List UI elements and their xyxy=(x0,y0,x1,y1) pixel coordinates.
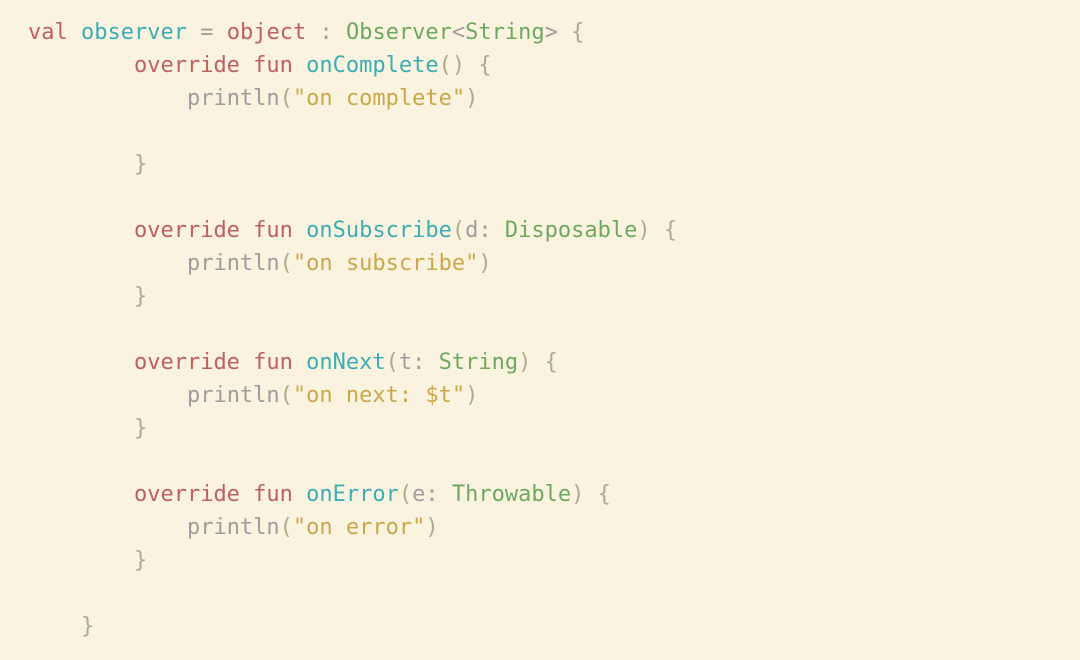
paren-open: ( xyxy=(439,53,452,78)
keyword-fun: fun xyxy=(240,350,306,375)
keyword-override: override xyxy=(134,350,240,375)
type-throwable: Throwable xyxy=(452,482,571,507)
paren-close: ) xyxy=(425,515,438,540)
operator-colon: : xyxy=(306,20,346,45)
operator-lt: < xyxy=(452,20,465,45)
paren-close: ) xyxy=(518,350,531,375)
brace-close: } xyxy=(81,614,94,639)
call-println: println xyxy=(187,251,280,276)
string-error: "on error" xyxy=(293,515,425,540)
keyword-val: val xyxy=(28,20,68,45)
brace-open: { xyxy=(584,482,611,507)
brace-open: { xyxy=(651,218,678,243)
paren-open: ( xyxy=(280,86,293,111)
operator-colon: : xyxy=(425,482,452,507)
keyword-fun: fun xyxy=(240,53,306,78)
keyword-override: override xyxy=(134,218,240,243)
operator-equals: = xyxy=(187,20,227,45)
operator-colon: : xyxy=(412,350,439,375)
keyword-fun: fun xyxy=(240,482,306,507)
paren-close: ) xyxy=(571,482,584,507)
paren-open: ( xyxy=(280,383,293,408)
fn-onsubscribe: onSubscribe xyxy=(306,218,452,243)
paren-close: ) xyxy=(637,218,650,243)
string-subscribe: "on subscribe" xyxy=(293,251,478,276)
type-string: String xyxy=(465,20,544,45)
keyword-override: override xyxy=(134,53,240,78)
operator-colon: : xyxy=(478,218,505,243)
paren-open: ( xyxy=(452,218,465,243)
fn-onerror: onError xyxy=(306,482,399,507)
fn-oncomplete: onComplete xyxy=(306,53,438,78)
keyword-fun: fun xyxy=(240,218,306,243)
brace-close: } xyxy=(134,284,147,309)
paren-open: ( xyxy=(280,515,293,540)
operator-gt: > xyxy=(545,20,558,45)
string-next: "on next: $t" xyxy=(293,383,465,408)
paren-close: ) xyxy=(465,86,478,111)
paren-open: ( xyxy=(386,350,399,375)
call-println: println xyxy=(187,383,280,408)
brace-open: { xyxy=(531,350,558,375)
string-complete: "on complete" xyxy=(293,86,465,111)
brace-open: { xyxy=(465,53,492,78)
paren-open: ( xyxy=(280,251,293,276)
param-t: t xyxy=(399,350,412,375)
fn-onnext: onNext xyxy=(306,350,385,375)
type-observer: Observer xyxy=(346,20,452,45)
paren-open: ( xyxy=(399,482,412,507)
type-string: String xyxy=(439,350,518,375)
brace-close: } xyxy=(134,152,147,177)
keyword-object: object xyxy=(227,20,306,45)
call-println: println xyxy=(187,515,280,540)
brace-close: } xyxy=(134,416,147,441)
paren-close: ) xyxy=(452,53,465,78)
param-d: d xyxy=(465,218,478,243)
brace-close: } xyxy=(134,548,147,573)
paren-close: ) xyxy=(478,251,491,276)
code-block: val observer = object : Observer<String>… xyxy=(0,0,1080,659)
brace-open: { xyxy=(558,20,585,45)
type-disposable: Disposable xyxy=(505,218,637,243)
paren-close: ) xyxy=(465,383,478,408)
keyword-override: override xyxy=(134,482,240,507)
param-e: e xyxy=(412,482,425,507)
identifier-observer: observer xyxy=(81,20,187,45)
call-println: println xyxy=(187,86,280,111)
